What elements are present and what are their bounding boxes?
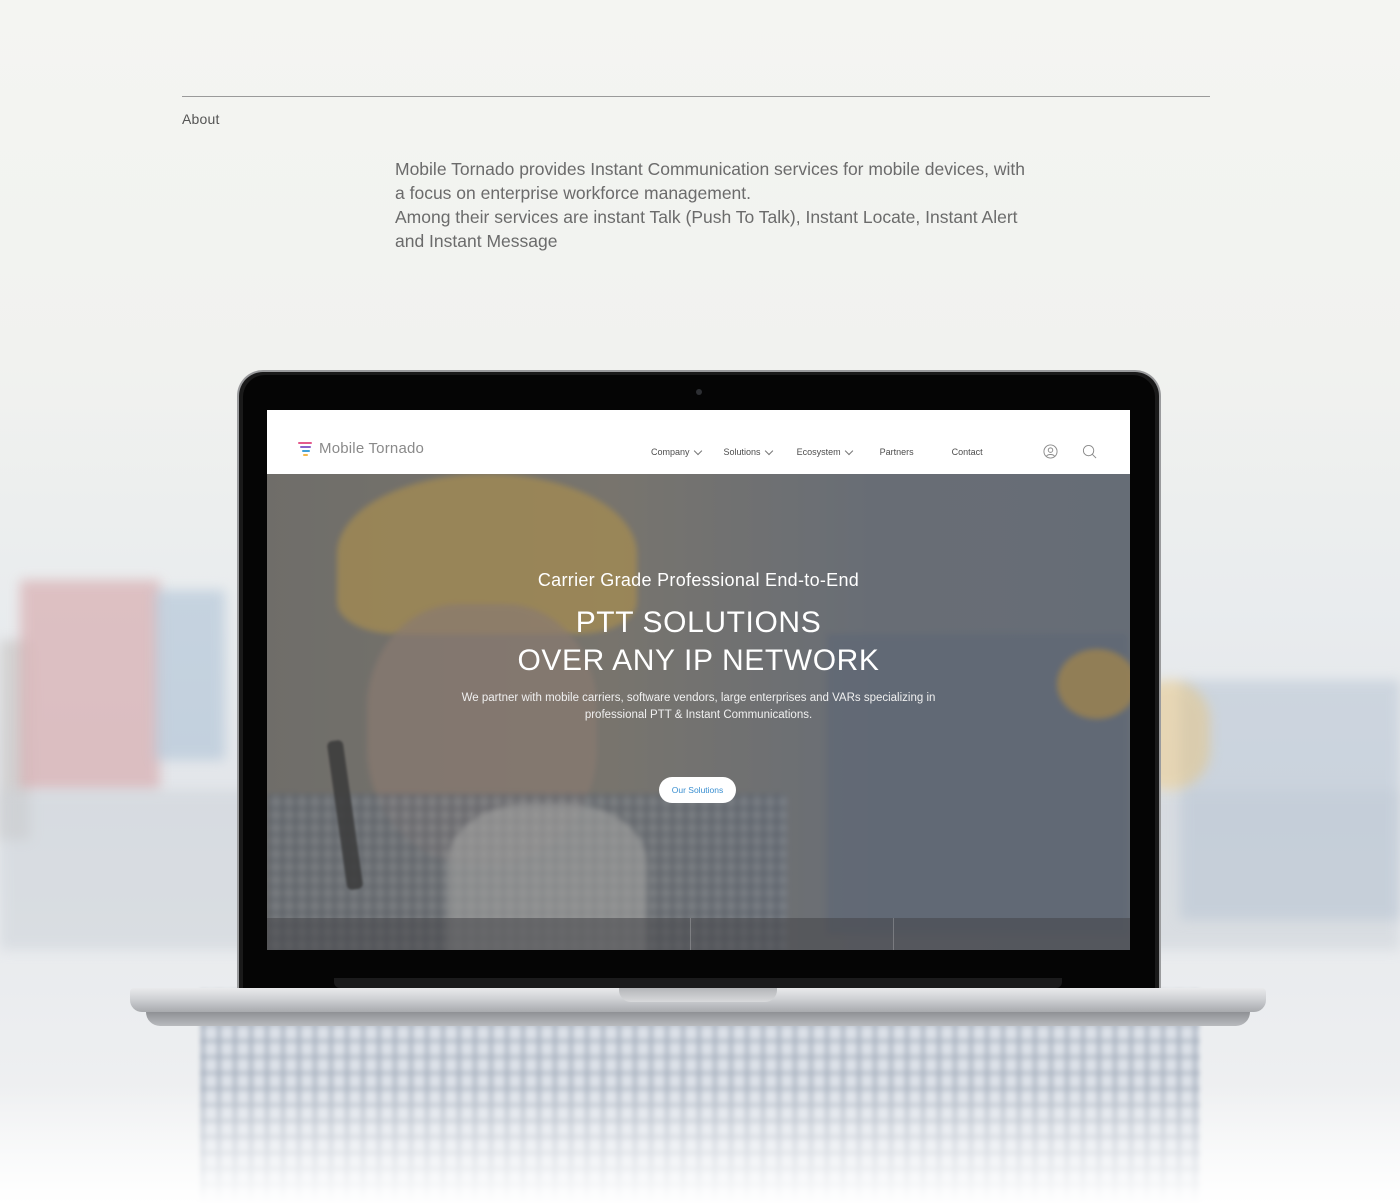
menu-item-ecosystem[interactable]: Ecosystem [796, 446, 853, 457]
bottom-bar-segment [894, 918, 1130, 950]
logo-text: Mobile Tornado [319, 440, 425, 457]
menu-item-label: Contact [951, 447, 983, 457]
chevron-down-icon [764, 446, 773, 455]
menu-item-label: Solutions [723, 447, 761, 457]
hero-title-line-1: PTT SOLUTIONS [575, 606, 822, 639]
laptop-screen: Mobile Tornado Company Solutions Ecosyst… [267, 410, 1130, 950]
about-paragraph-2: Among their services are instant Talk (P… [395, 207, 1018, 251]
search-icon[interactable] [1082, 444, 1097, 459]
section-divider [182, 96, 1210, 97]
about-heading: About [182, 111, 220, 127]
main-menu: Company Solutions Ecosystem Partners Con… [651, 446, 983, 457]
laptop-base-edge [146, 1012, 1250, 1026]
hero-bottom-bar [267, 918, 1130, 950]
tornado-logo-icon [298, 442, 312, 456]
about-description: Mobile Tornado provides Instant Communic… [395, 157, 1035, 253]
our-solutions-button[interactable]: Our Solutions [659, 777, 736, 803]
site-navbar: Mobile Tornado Company Solutions Ecosyst… [267, 410, 1130, 474]
menu-item-partners[interactable]: Partners [880, 447, 914, 457]
hero-description: We partner with mobile carriers, softwar… [461, 692, 936, 721]
menu-item-label: Company [651, 447, 690, 457]
hero-title: PTT SOLUTIONS OVER ANY IP NETWORK [267, 604, 1130, 680]
user-icon[interactable] [1043, 444, 1058, 459]
laptop-hinge [334, 978, 1062, 988]
chevron-down-icon [844, 446, 853, 455]
about-paragraph-1: Mobile Tornado provides Instant Communic… [395, 159, 1025, 203]
menu-item-solutions[interactable]: Solutions [723, 446, 773, 457]
menu-item-contact[interactable]: Contact [952, 447, 983, 457]
site-logo[interactable]: Mobile Tornado [298, 440, 424, 457]
hero-banner: Carrier Grade Professional End-to-End PT… [267, 474, 1130, 950]
menu-item-label: Partners [879, 447, 914, 457]
menu-item-label: Ecosystem [796, 447, 841, 457]
camera-icon [696, 389, 702, 395]
hero-subtitle: Carrier Grade Professional End-to-End [537, 570, 860, 590]
hero-title-line-2: OVER ANY IP NETWORK [517, 644, 880, 677]
bottom-bar-segment [267, 918, 691, 950]
laptop-notch [619, 988, 777, 1002]
menu-item-company[interactable]: Company [651, 446, 702, 457]
chevron-down-icon [693, 446, 702, 455]
bottom-bar-segment [691, 918, 894, 950]
